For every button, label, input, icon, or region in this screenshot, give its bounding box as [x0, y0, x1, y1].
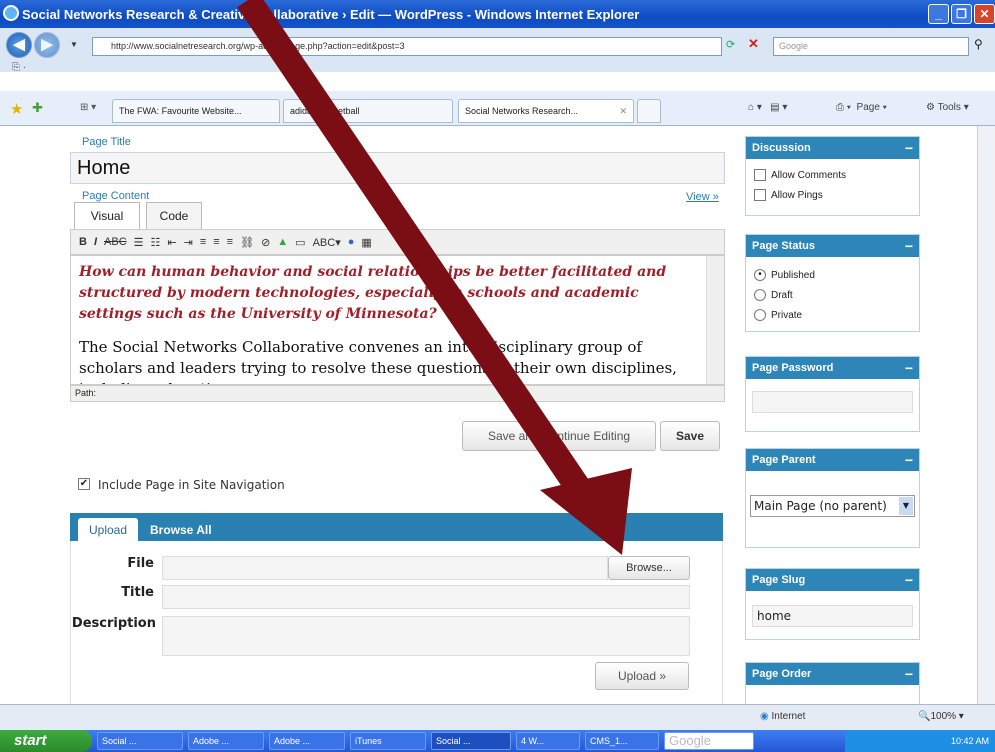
- arrow-shaft: [237, 0, 599, 510]
- annotation-arrow: [237, 0, 632, 555]
- arrow-head: [540, 468, 632, 555]
